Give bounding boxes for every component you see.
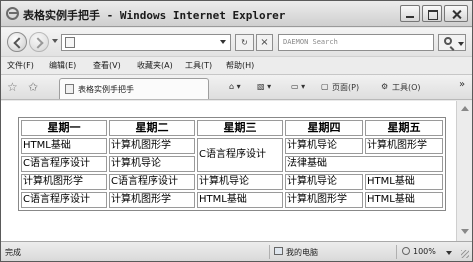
table-row: HTML基础 计算机图形学 C语言程序设计 计算机导论 计算机图形学 [21,138,443,172]
page-icon [65,84,74,94]
zoom-dropdown[interactable] [446,251,452,255]
close-button[interactable] [444,5,468,22]
menu-tools[interactable]: 工具(T) [185,60,212,71]
search-button[interactable] [438,34,466,51]
maximize-button[interactable] [422,5,442,22]
scroll-down-icon[interactable] [461,229,469,234]
chevron-right-icon[interactable]: » [459,79,465,90]
table-cell: 法律基础 [285,156,443,172]
search-input[interactable]: DAEMON Search [278,34,434,51]
security-zone: 我的电脑 [286,248,318,257]
status-bar: 完成 我的电脑 100% [1,241,472,261]
address-row: ↻ × DAEMON Search [1,28,472,56]
table-cell: C语言程序设计 [21,156,107,172]
search-options-dropdown[interactable] [458,42,464,46]
table-cell: HTML基础 [365,174,443,190]
minimize-button[interactable] [400,5,420,22]
search-icon [444,37,452,45]
page-content: 星期一 星期二 星期三 星期四 星期五 HTML基础 计算机图形学 C语言程序设… [1,101,456,241]
title-bar: 表格实例手把手 - Windows Internet Explorer [1,1,472,27]
stop-icon[interactable]: × [256,34,273,51]
table-cell: 计算机图形学 [285,192,363,208]
table-cell: 计算机导论 [197,174,283,190]
tab-active[interactable]: 表格实例手把手 [59,78,209,99]
table-cell: 计算机导论 [285,138,363,154]
table-row: 计算机图形学 C语言程序设计 计算机导论 计算机导论 HTML基础 [21,174,443,190]
status-divider [396,245,397,259]
tab-label: 表格实例手把手 [78,85,134,94]
menu-favorites[interactable]: 收藏夹(A) [137,60,173,71]
page-menu-icon[interactable]: ▢ [321,82,329,91]
table-cell: C语言程序设计 [109,174,195,190]
status-divider [269,245,270,259]
table-cell: 计算机导论 [285,174,363,190]
address-input[interactable] [61,34,231,51]
home-icon[interactable]: ⌂ ▾ [229,82,241,91]
table-cell: HTML基础 [365,192,443,208]
refresh-icon[interactable]: ↻ [235,34,254,51]
scroll-up-icon[interactable] [461,106,469,111]
page-menu-button[interactable]: 页面(P) [332,82,359,93]
table-cell: HTML基础 [197,192,283,208]
table-cell: HTML基础 [21,138,107,154]
table-header-row: 星期一 星期二 星期三 星期四 星期五 [21,120,443,136]
zoom-icon[interactable] [402,247,410,255]
favorites-star-icon[interactable]: ☆ [7,80,18,94]
status-text: 完成 [5,248,21,257]
menu-help[interactable]: 帮助(H) [226,60,254,71]
tools-gear-icon[interactable]: ⚙ [381,82,388,91]
back-arrow-icon[interactable] [7,32,27,52]
table-cell: C语言程序设计 [21,192,107,208]
print-icon[interactable]: ▭ ▾ [291,82,305,91]
menu-view[interactable]: 查看(V) [93,60,121,71]
table-cell: 计算机图形学 [109,192,195,208]
menu-edit[interactable]: 编辑(E) [49,60,76,71]
page-icon [65,37,75,48]
command-bar: ☆ ✩ 表格实例手把手 ⌂ ▾ ▧ ▾ ▭ ▾ ▢ 页面(P) ⚙ 工具(O) … [1,74,472,100]
add-favorites-icon[interactable]: ✩ [28,80,38,94]
menu-file[interactable]: 文件(F) [7,60,34,71]
table-header-cell: 星期五 [365,120,443,136]
ie-logo-icon [6,7,19,20]
recent-pages-dropdown[interactable] [52,39,58,43]
window-title: 表格实例手把手 - Windows Internet Explorer [23,9,286,22]
table-cell: 计算机图形学 [365,138,443,154]
table-header-cell: 星期一 [21,120,107,136]
table-cell: 计算机图形学 [21,174,107,190]
table-cell: 计算机图形学 [109,138,195,154]
address-dropdown[interactable] [220,40,226,44]
tools-menu-button[interactable]: 工具(O) [392,82,421,93]
table-header-cell: 星期四 [285,120,363,136]
feeds-icon[interactable]: ▧ ▾ [257,82,271,91]
table-cell: 计算机导论 [109,156,195,172]
my-computer-icon [274,247,283,255]
table-header-cell: 星期二 [109,120,195,136]
zoom-level[interactable]: 100% [413,247,436,256]
schedule-table: 星期一 星期二 星期三 星期四 星期五 HTML基础 计算机图形学 C语言程序设… [18,117,446,211]
forward-arrow-icon[interactable] [29,32,49,52]
ie-window: 表格实例手把手 - Windows Internet Explorer ↻ × … [0,0,473,262]
resize-grip[interactable] [461,250,469,258]
table-header-cell: 星期三 [197,120,283,136]
table-cell: C语言程序设计 [197,138,283,172]
vertical-scrollbar[interactable] [456,101,472,241]
table-row: C语言程序设计 计算机图形学 HTML基础 计算机图形学 HTML基础 [21,192,443,208]
menu-bar: 文件(F) 编辑(E) 查看(V) 收藏夹(A) 工具(T) 帮助(H) [1,56,472,74]
